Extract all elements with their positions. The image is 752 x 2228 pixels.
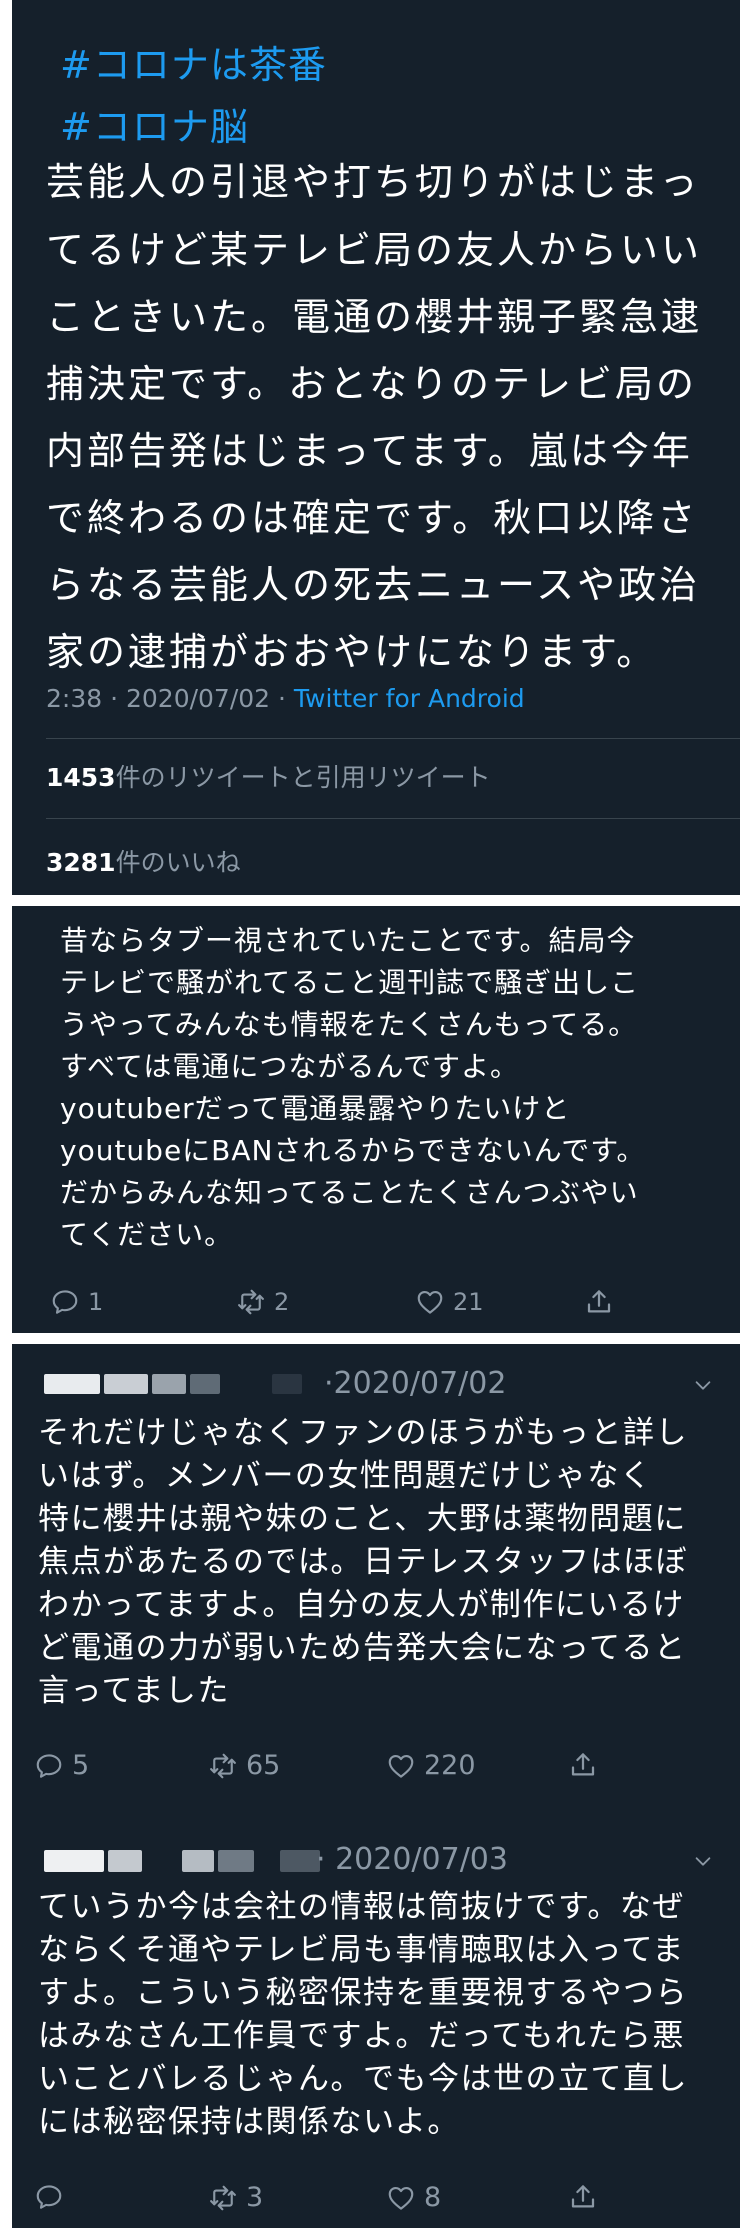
share-icon bbox=[584, 1287, 614, 1317]
redacted-name-block bbox=[272, 1374, 302, 1394]
redacted-name-block bbox=[280, 1850, 320, 1872]
retweet-count: 2 bbox=[274, 1288, 290, 1316]
like-icon bbox=[415, 1287, 445, 1317]
retweet-icon bbox=[236, 1287, 266, 1317]
reply-tweet[interactable]: 昔ならタブー視されていたことです。結局今 テレビで騒がれてること週刊誌で騒ぎ出し… bbox=[12, 906, 740, 1333]
reply-text-line: ていうか今は会社の情報は筒抜けです。なぜ bbox=[38, 1889, 685, 1925]
tweet-text-line: 芸能人の引退や打ち切りがはじまっ bbox=[46, 160, 701, 204]
reply-text-line: ならくそ通やテレビ局も事情聴取は入ってま bbox=[38, 1932, 685, 1968]
retweet-count: 3 bbox=[246, 2182, 264, 2213]
tweet-text-line: らなる芸能人の死去ニュースや政治 bbox=[46, 563, 701, 607]
like-count: 8 bbox=[424, 2182, 442, 2213]
reply-text-line: 昔ならタブー視されていたことです。結局今 bbox=[60, 924, 636, 957]
divider bbox=[46, 818, 740, 819]
reply-text-line: すべては電通につながるんですよ。 bbox=[60, 1050, 519, 1083]
retweet-button[interactable]: 65 bbox=[208, 1750, 280, 1781]
reply-icon bbox=[34, 1751, 64, 1781]
retweet-icon bbox=[208, 2183, 238, 2213]
share-icon bbox=[568, 1750, 598, 1780]
reply-text-line: だからみんな知ってることたくさんつぶやい bbox=[60, 1176, 639, 1209]
share-button[interactable] bbox=[568, 1750, 598, 1780]
tweet-text-line: 内部告発はじまってます。嵐は今年 bbox=[46, 429, 693, 473]
reply-date: ·2020/07/02 bbox=[324, 1366, 507, 1401]
like-count: 220 bbox=[424, 1750, 476, 1781]
like-count-label: 件のいいね bbox=[115, 848, 241, 877]
like-icon bbox=[386, 1751, 416, 1781]
reply-text-line: テレビで騒がれてること週刊誌で騒ぎ出しこ bbox=[60, 966, 640, 999]
reply-text-line: には秘密保持は関係ないよ。 bbox=[38, 2104, 460, 2140]
share-button[interactable] bbox=[584, 1287, 614, 1317]
reply-text-line: いはず。メンバーの女性問題だけじゃなく bbox=[38, 1458, 653, 1494]
reply-button[interactable] bbox=[34, 2182, 72, 2212]
tweet-text-line: 捕決定です。おとなりのテレビ局の bbox=[46, 362, 698, 406]
share-icon bbox=[568, 2182, 598, 2212]
like-count: 3281 bbox=[46, 848, 116, 877]
reply-text-line: youtubeにBANされるからできないんです。 bbox=[60, 1134, 646, 1167]
reply-text-line: わかってますよ。自分の友人が制作にいるけ bbox=[38, 1587, 685, 1623]
reply-icon bbox=[34, 2182, 64, 2212]
chevron-down-icon[interactable] bbox=[692, 1850, 714, 1872]
reply-button[interactable]: 5 bbox=[34, 1750, 89, 1781]
redacted-name-block bbox=[44, 1374, 100, 1394]
redacted-name-block bbox=[104, 1374, 148, 1394]
reply-text-line: はみなさん工作員ですよ。だってもれたら悪 bbox=[38, 2018, 685, 2054]
tweet-time: 2:38 · 2020/07/02 · bbox=[46, 684, 294, 713]
tweet-text-line: こときいた。電通の櫻井親子緊急逮 bbox=[46, 295, 703, 339]
retweet-icon bbox=[208, 1751, 238, 1781]
like-button[interactable]: 8 bbox=[386, 2182, 441, 2213]
redacted-name-block bbox=[182, 1850, 214, 1872]
retweet-count-label: 件のリツイートと引用リツイート bbox=[115, 763, 491, 792]
like-icon bbox=[386, 2183, 416, 2213]
reply-text-line: 焦点があたるのでは。日テレスタッフはほぼ bbox=[38, 1544, 688, 1580]
share-button[interactable] bbox=[568, 2182, 598, 2212]
like-button[interactable]: 21 bbox=[415, 1287, 484, 1317]
like-count: 21 bbox=[453, 1288, 484, 1316]
redacted-name-block bbox=[44, 1850, 104, 1872]
reply-count: 5 bbox=[72, 1750, 90, 1781]
retweet-count: 65 bbox=[246, 1750, 281, 1781]
reply-icon bbox=[50, 1287, 80, 1317]
like-count-row[interactable]: 3281件のいいね bbox=[46, 843, 241, 879]
tweet-text-line: 家の逮捕がおおやけになります。 bbox=[46, 630, 658, 674]
reply-text-line: youtuberだって電通暴露やりたいけと bbox=[60, 1092, 571, 1125]
divider bbox=[46, 738, 740, 739]
retweet-button[interactable]: 2 bbox=[236, 1287, 289, 1317]
tweet-text-line: で終わるのは確定です。秋口以降さ bbox=[46, 496, 699, 540]
tweet-timestamp: 2:38 · 2020/07/02 · Twitter for Android bbox=[46, 684, 525, 713]
tweet-text-line: てるけど某テレビ局の友人からいい bbox=[46, 228, 703, 272]
like-button[interactable]: 220 bbox=[386, 1750, 476, 1781]
reply-text-line: うやってみんなも情報をたくさんもってる。 bbox=[60, 1008, 638, 1041]
retweet-count: 1453 bbox=[46, 763, 116, 792]
retweet-button[interactable]: 3 bbox=[208, 2182, 263, 2213]
redacted-name-block bbox=[108, 1850, 142, 1872]
reply-text-line: 言ってました bbox=[38, 1673, 230, 1709]
reply-text-line: 特に櫻井は親や妹のこと、大野は薬物問題に bbox=[38, 1501, 687, 1537]
reply-date: · 2020/07/03 bbox=[316, 1842, 508, 1877]
tweet-source-link[interactable]: Twitter for Android bbox=[294, 684, 525, 713]
hashtag-link[interactable]: #コロナ脳 bbox=[60, 96, 249, 151]
redacted-name-block bbox=[152, 1374, 186, 1394]
hashtag-link[interactable]: #コロナは茶番 bbox=[60, 34, 327, 89]
reply-thread: ·2020/07/02 それだけじゃなくファンのほうがもっと詳し いはず。メンバ… bbox=[12, 1344, 740, 2228]
reply-text-line: それだけじゃなくファンのほうがもっと詳し bbox=[38, 1415, 688, 1451]
redacted-name-block bbox=[218, 1850, 254, 1872]
retweet-count-row[interactable]: 1453件のリツイートと引用リツイート bbox=[46, 758, 491, 794]
reply-button[interactable]: 1 bbox=[50, 1287, 103, 1317]
reply-count: 1 bbox=[88, 1288, 104, 1316]
reply-text-line: すよ。こういう秘密保持を重要視するやつら bbox=[38, 1975, 688, 2011]
main-tweet: #コロナは茶番 #コロナ脳 芸能人の引退や打ち切りがはじまっ てるけど某テレビ局… bbox=[12, 0, 740, 895]
reply-text-line: ど電通の力が弱いため告発大会になってると bbox=[38, 1630, 687, 1666]
redacted-name-block bbox=[190, 1374, 220, 1394]
reply-text-line: てください。 bbox=[60, 1218, 234, 1251]
reply-text-line: いことバレるじゃん。でも今は世の立て直し bbox=[38, 2061, 688, 2097]
chevron-down-icon[interactable] bbox=[692, 1374, 714, 1396]
